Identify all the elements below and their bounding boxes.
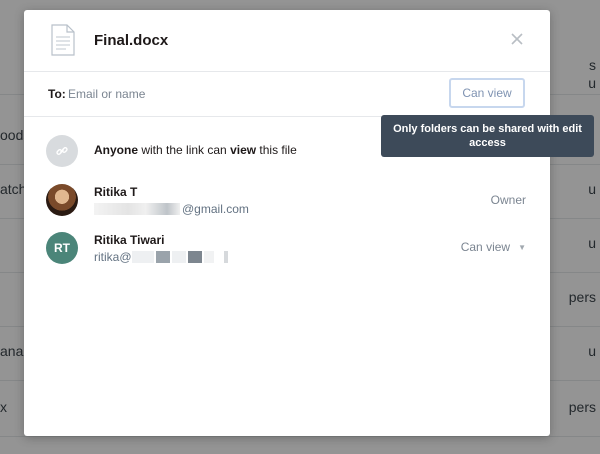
redacted-block [94, 203, 180, 215]
redacted-block [171, 251, 186, 263]
link-icon [46, 135, 78, 167]
redacted-block [223, 251, 228, 263]
member-row: RT Ritika Tiwari ritika@ Can view ▼ [24, 232, 550, 276]
share-to-row: To: Can view [24, 72, 550, 117]
share-dialog: Final.docx To: Can view Anyone with the … [24, 10, 550, 436]
link-text-suffix: this file [256, 143, 297, 157]
member-name: Ritika T [94, 185, 138, 199]
file-title: Final.docx [94, 32, 169, 49]
member-name: Ritika Tiwari [94, 233, 165, 247]
dialog-header: Final.docx [24, 10, 550, 72]
redacted-block [155, 251, 170, 263]
avatar: RT [46, 232, 78, 264]
member-permission-dropdown[interactable]: Can view ▼ [461, 240, 526, 254]
avatar [46, 184, 78, 216]
anyone-label: Anyone [94, 143, 139, 157]
document-icon [50, 24, 76, 61]
redacted-block [187, 251, 202, 263]
member-email-visible: ritika@ [94, 250, 132, 264]
email-or-name-input[interactable] [68, 83, 438, 105]
chevron-down-icon: ▼ [518, 242, 526, 252]
redacted-block [203, 251, 214, 263]
member-role: Owner [490, 193, 526, 207]
member-email: @gmail.com [94, 202, 249, 216]
to-label: To: [48, 87, 66, 101]
permission-tooltip: Only folders can be shared with edit acc… [381, 115, 594, 157]
redacted-block [131, 251, 154, 263]
close-icon[interactable] [508, 30, 526, 48]
link-text-middle: with the link can [138, 143, 231, 157]
member-email: ritika@ [94, 250, 230, 264]
link-sharing-text: Anyone with the link can view this file [94, 143, 297, 157]
member-row: Ritika T @gmail.com Owner [24, 184, 550, 228]
link-permission-label: view [230, 143, 257, 157]
member-permission-label: Can view [460, 240, 511, 254]
permission-dropdown[interactable]: Can view [449, 78, 525, 108]
member-email-visible: @gmail.com [182, 202, 249, 216]
